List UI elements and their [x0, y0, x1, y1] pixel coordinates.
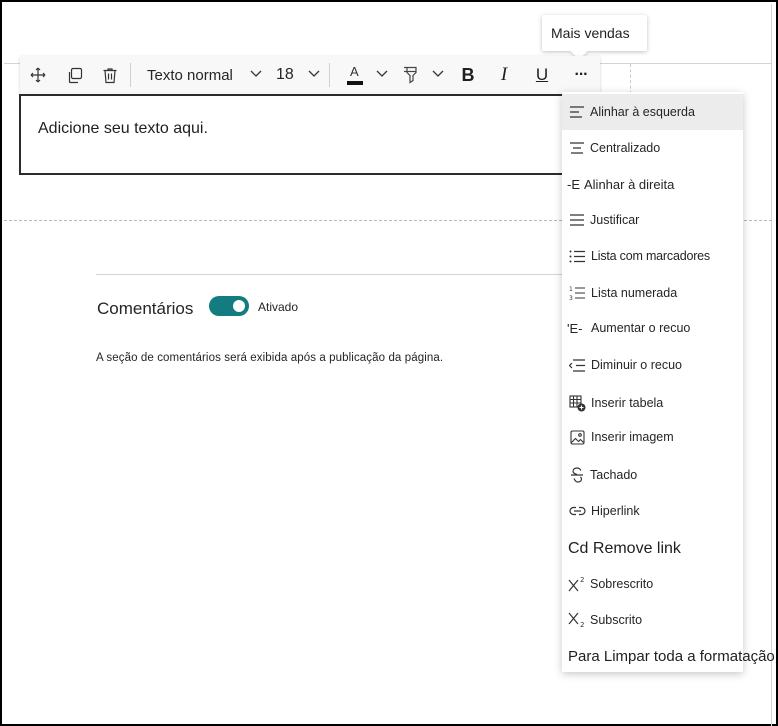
chevron-down-icon	[432, 70, 444, 78]
more-icon: ···	[574, 66, 589, 83]
menu-item-strikethrough[interactable]: Tachado	[562, 457, 743, 493]
more-options-tooltip: Mais vendas	[542, 15, 647, 51]
menu-item-hyperlink[interactable]: Hiperlink	[562, 493, 743, 529]
menu-item-align-center[interactable]: Centralizado	[562, 130, 743, 166]
column-guide	[630, 64, 631, 94]
comments-divider	[96, 274, 566, 275]
strikethrough-icon	[568, 466, 586, 484]
text-style-value: Texto normal	[147, 66, 233, 84]
toggle-knob	[233, 300, 245, 312]
highlighter-icon	[402, 65, 418, 85]
svg-text:2: 2	[580, 621, 584, 628]
toolbar-separator	[130, 63, 131, 87]
superscript-icon: 2	[568, 575, 586, 593]
menu-item-superscript[interactable]: 2 Sobrescrito	[562, 566, 743, 602]
menu-item-align-right[interactable]: -E Alinhar à direita	[562, 166, 743, 202]
text-style-dropdown[interactable]: Texto normal	[140, 56, 266, 94]
menu-item-bulleted-list[interactable]: Lista com marcadores	[562, 238, 743, 274]
font-size-dropdown[interactable]: 18	[270, 56, 322, 94]
insert-table-icon	[568, 394, 586, 412]
menu-item-increase-indent[interactable]: 'E- Aumentar o recuo	[562, 310, 743, 346]
svg-text:2: 2	[580, 576, 584, 584]
menu-item-justify[interactable]: Justificar	[562, 202, 743, 238]
decrease-indent-icon	[568, 356, 586, 374]
text-editor-box[interactable]: Adicione seu texto aqui.	[19, 94, 565, 175]
align-right-glyph: -E	[567, 176, 580, 192]
font-color-button[interactable]: A	[342, 56, 388, 94]
tooltip-text: Mais vendas	[551, 25, 630, 41]
menu-item-clear-formatting[interactable]: Para Limpar toda a formatação	[562, 638, 775, 674]
svg-text:1: 1	[569, 286, 573, 293]
bold-label: B	[461, 64, 475, 85]
italic-label: I	[500, 64, 508, 85]
bulleted-list-icon	[568, 247, 586, 265]
canvas-right-edge	[771, 4, 772, 726]
subscript-icon: 2	[568, 611, 586, 629]
numbered-list-icon: 13	[568, 284, 586, 302]
menu-item-decrease-indent[interactable]: Diminuir o recuo	[562, 347, 743, 383]
menu-item-align-left[interactable]: Alinhar à esquerda	[562, 94, 743, 130]
menu-item-insert-table[interactable]: Inserir tabela	[562, 385, 743, 421]
text-formatting-toolbar: Texto normal 18 A B I U ···	[20, 56, 600, 94]
comments-note: A seção de comentários será exibida após…	[96, 352, 444, 364]
font-color-icon: A	[347, 64, 363, 86]
comments-toggle-state: Ativado	[258, 300, 299, 314]
more-options-menu: Alinhar à esquerda Centralizado -E Alinh…	[562, 92, 775, 674]
italic-button[interactable]: I	[492, 56, 516, 94]
increase-indent-glyph: 'E-	[567, 320, 583, 336]
toolbar-separator	[329, 63, 330, 87]
highlight-color-button[interactable]	[398, 56, 444, 94]
align-left-icon	[568, 103, 586, 121]
comments-toggle[interactable]	[209, 296, 249, 316]
comments-title: Comentários	[97, 299, 194, 318]
menu-item-remove-link[interactable]: Cd Remove link	[562, 531, 743, 567]
menu-item-subscript[interactable]: 2 Subscrito	[562, 602, 743, 638]
insert-image-icon	[568, 428, 586, 446]
more-options-button[interactable]: ···	[568, 56, 594, 94]
copy-button[interactable]	[62, 56, 86, 94]
menu-item-insert-image[interactable]: Inserir imagem	[562, 419, 743, 455]
window-frame: Mais vendas Texto normal 18 A B I U ··· …	[0, 0, 778, 726]
align-center-icon	[568, 139, 586, 157]
move-icon	[30, 67, 46, 83]
editor-placeholder: Adicione seu texto aqui.	[38, 120, 208, 137]
svg-text:3: 3	[569, 295, 573, 301]
font-size-value: 18	[276, 66, 294, 83]
link-icon	[568, 502, 586, 520]
bold-button[interactable]: B	[456, 56, 480, 94]
chevron-down-icon	[376, 70, 388, 78]
menu-item-numbered-list[interactable]: 13 Lista numerada	[562, 275, 743, 311]
copy-icon	[66, 67, 83, 84]
delete-button[interactable]	[98, 56, 122, 94]
justify-icon	[568, 211, 586, 229]
chevron-down-icon	[308, 70, 320, 78]
underline-button[interactable]: U	[530, 56, 554, 94]
chevron-down-icon	[250, 70, 262, 78]
move-button[interactable]	[26, 56, 50, 94]
underline-label: U	[535, 65, 549, 84]
trash-icon	[102, 67, 118, 84]
